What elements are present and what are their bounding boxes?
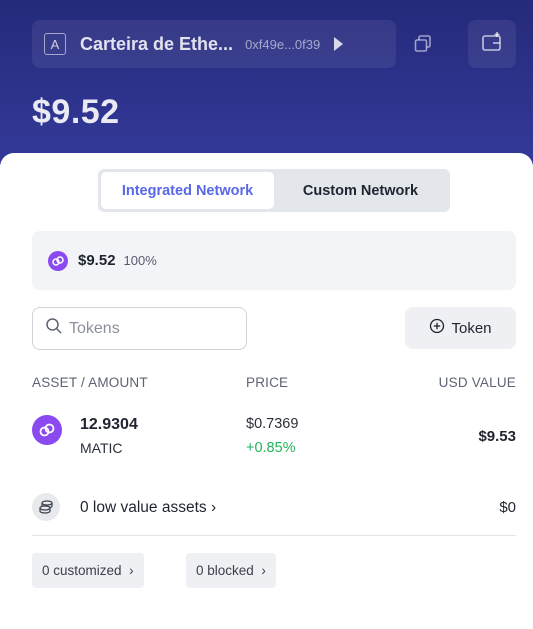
tab-integrated-network[interactable]: Integrated Network bbox=[101, 172, 274, 209]
network-percent: 100% bbox=[123, 253, 157, 268]
network-amount: $9.52 bbox=[78, 252, 116, 269]
plus-circle-icon bbox=[429, 318, 445, 338]
network-summary[interactable]: $9.52 100% bbox=[32, 231, 516, 290]
account-badge: A bbox=[44, 33, 66, 55]
low-value-label: 0 low value assets › bbox=[80, 499, 217, 516]
wallet-add-icon bbox=[481, 31, 503, 58]
account-name: Carteira de Ethe... bbox=[80, 33, 234, 54]
customized-tokens-button[interactable]: 0 customized › bbox=[32, 553, 144, 588]
asset-amount: 12.9304 bbox=[80, 416, 138, 433]
add-token-button[interactable]: Token bbox=[405, 307, 516, 349]
search-input[interactable]: Tokens bbox=[69, 320, 120, 338]
column-header-asset: ASSET / AMOUNT bbox=[32, 375, 148, 390]
asset-price: $0.7369 bbox=[246, 416, 299, 432]
header: A Carteira de Ethe... 0xf49e...0f39 $9.5… bbox=[0, 0, 533, 175]
column-header-price: PRICE bbox=[246, 375, 289, 390]
account-address: 0xf49e...0f39 bbox=[245, 36, 321, 52]
matic-token-icon bbox=[32, 415, 62, 445]
low-value-usd: $0 bbox=[499, 499, 516, 516]
network-tabs: Integrated Network Custom Network bbox=[98, 169, 450, 212]
token-search[interactable]: Tokens bbox=[32, 307, 247, 350]
asset-usd-value: $9.53 bbox=[478, 428, 516, 445]
divider bbox=[32, 535, 516, 536]
asset-price-change: +0.85% bbox=[246, 440, 296, 456]
wallet-add-button[interactable] bbox=[468, 20, 516, 68]
chevron-right-icon: › bbox=[261, 563, 266, 578]
add-token-label: Token bbox=[451, 319, 492, 337]
copy-icon[interactable] bbox=[413, 34, 433, 54]
assets-card: Integrated Network Custom Network $9.52 … bbox=[0, 153, 533, 629]
chevron-right-icon: › bbox=[210, 499, 217, 516]
low-value-assets-row[interactable]: 0 low value assets › $0 bbox=[0, 493, 533, 523]
search-icon bbox=[45, 317, 63, 340]
caret-right-icon bbox=[334, 37, 344, 51]
polygon-icon bbox=[48, 250, 68, 271]
coins-icon bbox=[32, 493, 60, 521]
asset-symbol: MATIC bbox=[80, 440, 123, 456]
total-balance: $9.52 bbox=[32, 93, 120, 131]
table-row[interactable]: 12.9304 MATIC $0.7369 +0.85% $9.53 bbox=[0, 411, 533, 467]
wallet-panel: A Carteira de Ethe... 0xf49e...0f39 $9.5… bbox=[0, 0, 533, 629]
chevron-right-icon: › bbox=[129, 563, 134, 578]
tab-custom-network[interactable]: Custom Network bbox=[274, 172, 447, 209]
column-header-usd-value: USD VALUE bbox=[438, 375, 516, 390]
account-selector[interactable]: A Carteira de Ethe... 0xf49e...0f39 bbox=[32, 20, 396, 68]
blocked-tokens-button[interactable]: 0 blocked › bbox=[186, 553, 276, 588]
